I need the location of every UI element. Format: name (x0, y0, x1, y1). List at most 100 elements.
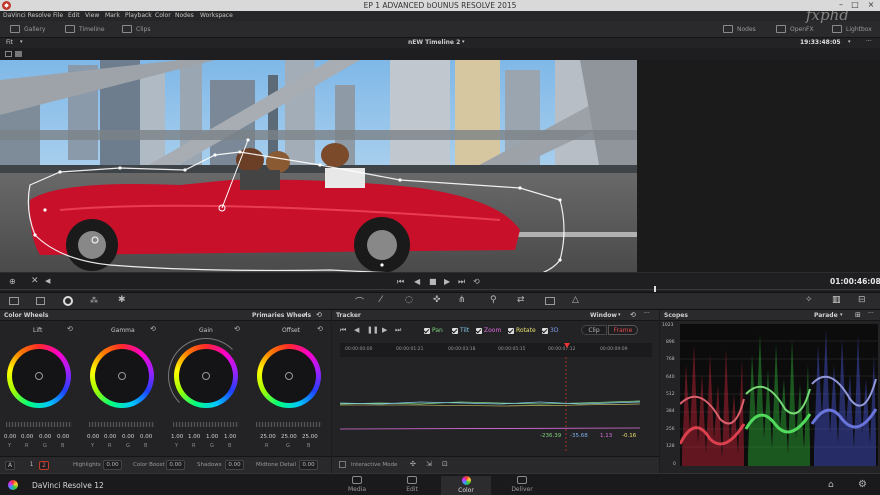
page-a-button[interactable]: A (5, 461, 15, 470)
3d-checkbox[interactable] (542, 327, 548, 334)
gamma-b-value[interactable]: 0.00 (140, 434, 152, 440)
reset-all-icon[interactable]: ⟲ (316, 311, 322, 319)
menu-edit[interactable]: Edit (68, 12, 80, 19)
delete-point-icon[interactable]: ⊡ (442, 460, 448, 468)
highlights-value[interactable]: 0.00 (103, 460, 122, 470)
gamma-y-value[interactable]: 0.00 (87, 434, 99, 440)
gallery-view-icon[interactable] (15, 51, 22, 57)
stereo-icon[interactable]: △ (572, 295, 579, 305)
menu-mark[interactable]: Mark (105, 12, 120, 19)
wheels-mode-dropdown[interactable]: Primaries Wheels (252, 312, 311, 319)
scrub-bar[interactable] (0, 289, 880, 290)
loop-icon[interactable]: ⟲ (473, 277, 480, 286)
close-icon[interactable]: × (864, 0, 878, 9)
zoom-checkbox[interactable] (476, 327, 482, 334)
lift-b-value[interactable]: 0.00 (57, 434, 69, 440)
scopes-mode-chevron-icon[interactable]: ▾ (840, 312, 843, 318)
gain-r-value[interactable]: 1.00 (188, 434, 200, 440)
timeline-name[interactable]: nEW Timeline 2 (408, 39, 460, 46)
gamma-wheel-handle[interactable] (118, 372, 126, 380)
lift-reset-icon[interactable]: ⟲ (67, 325, 73, 333)
lift-y-value[interactable]: 0.00 (4, 434, 16, 440)
viewer-options-icon[interactable]: ··· (866, 38, 872, 45)
play-icon[interactable]: ▶ (444, 277, 450, 286)
lift-master-wheel[interactable] (6, 422, 72, 427)
set-point-icon[interactable]: ⇲ (426, 460, 432, 468)
wheels-mode-chevron-icon[interactable]: ▾ (304, 312, 307, 318)
lift-g-value[interactable]: 0.00 (39, 434, 51, 440)
page-2-button[interactable]: 2 (39, 461, 49, 470)
gain-reset-icon[interactable]: ⟲ (234, 325, 240, 333)
motion-effects-icon[interactable]: ✱ (118, 295, 126, 305)
timeline-button[interactable]: Timeline (65, 25, 105, 33)
maximize-icon[interactable]: □ (848, 0, 862, 9)
frame-button[interactable]: Frame (608, 325, 638, 335)
gain-wheel-handle[interactable] (202, 372, 210, 380)
color-match-icon[interactable] (36, 297, 45, 305)
gain-master-wheel[interactable] (173, 422, 239, 427)
viewer-mode-icon[interactable]: ⊕ (9, 277, 16, 286)
zoom-check[interactable]: Zoom (476, 327, 501, 334)
home-icon[interactable]: ⌂ (828, 480, 834, 490)
offset-master-wheel[interactable] (256, 422, 322, 427)
blur-icon[interactable]: ⋔ (458, 295, 466, 305)
camera-raw-icon[interactable] (9, 297, 19, 305)
track-reverse-icon[interactable]: ◀ (354, 326, 359, 334)
stop-icon[interactable]: ■ (429, 277, 437, 286)
midtone-detail-value[interactable]: 0.00 (299, 460, 318, 470)
keyframes-icon[interactable]: ✧ (805, 295, 813, 305)
gain-g-value[interactable]: 1.00 (206, 434, 218, 440)
gamma-reset-icon[interactable]: ⟲ (150, 325, 156, 333)
pan-checkbox[interactable] (424, 327, 430, 334)
rgb-mixer-icon[interactable]: ⁂ (90, 296, 98, 305)
menu-view[interactable]: View (85, 12, 99, 19)
sizing-icon[interactable]: ⇄ (517, 295, 525, 305)
offset-b-value[interactable]: 25.00 (302, 434, 318, 440)
gallery-button[interactable]: Gallery (10, 25, 45, 33)
bypass-icon[interactable]: ✕ (31, 276, 39, 286)
gain-y-value[interactable]: 1.00 (171, 434, 183, 440)
offset-g-value[interactable]: 25.00 (281, 434, 297, 440)
lightbox-button[interactable]: Lightbox (832, 25, 872, 33)
tracker-mode-chevron-icon[interactable]: ▾ (618, 312, 621, 318)
color-wheels-icon[interactable] (63, 296, 73, 306)
tracker-reset-icon[interactable]: ⟲ (630, 311, 636, 319)
split-view-icon[interactable] (5, 51, 12, 57)
menu-playback[interactable]: Playback (125, 12, 152, 19)
timeline-chevron-icon[interactable]: ▾ (462, 39, 465, 45)
rotate-checkbox[interactable] (508, 327, 514, 334)
nodes-button[interactable]: Nodes (723, 25, 756, 33)
3d-check[interactable]: 3D (542, 327, 558, 334)
color-boost-value[interactable]: 0.00 (166, 460, 185, 470)
viewer[interactable] (0, 60, 880, 272)
color-page-button[interactable]: Color (441, 476, 491, 495)
scopes-mode-dropdown[interactable]: Parade (814, 312, 838, 319)
key-icon[interactable]: ⚲ (490, 295, 497, 305)
3d-icon[interactable] (545, 297, 555, 305)
play-reverse-icon[interactable]: ◀ (414, 277, 420, 286)
track-forward-icon[interactable]: ▶ (382, 326, 387, 334)
offset-r-value[interactable]: 25.00 (260, 434, 276, 440)
gamma-master-wheel[interactable] (89, 422, 155, 427)
scopes-icon[interactable]: ▥ (832, 295, 841, 305)
power-window-icon[interactable]: ◌ (405, 295, 413, 305)
clip-button[interactable]: Clip (581, 325, 607, 335)
skip-start-icon[interactable]: ⏮ (397, 277, 404, 287)
media-page-button[interactable]: Media (332, 476, 382, 493)
scopes-options-icon[interactable]: ··· (868, 310, 874, 317)
scopes-settings-icon[interactable]: ⊞ (855, 311, 861, 319)
curves-icon[interactable]: ⌒ (355, 295, 364, 308)
track-stop-icon[interactable]: ❚❚ (367, 326, 379, 334)
info-icon[interactable]: ⊟ (858, 295, 866, 305)
offset-reset-icon[interactable]: ⟲ (317, 325, 323, 333)
fit-dropdown[interactable]: Fit (6, 39, 13, 46)
lift-wheel-handle[interactable] (35, 372, 43, 380)
gamma-g-value[interactable]: 0.00 (122, 434, 134, 440)
insert-icon[interactable]: ✣ (410, 460, 416, 468)
tracker-icon[interactable]: ✜ (433, 295, 441, 305)
openfx-button[interactable]: OpenFX (776, 25, 814, 33)
deliver-page-button[interactable]: Deliver (497, 476, 547, 493)
menu-color[interactable]: Color (155, 12, 171, 19)
menu-workspace[interactable]: Workspace (200, 12, 233, 19)
offset-wheel-handle[interactable] (285, 372, 293, 380)
